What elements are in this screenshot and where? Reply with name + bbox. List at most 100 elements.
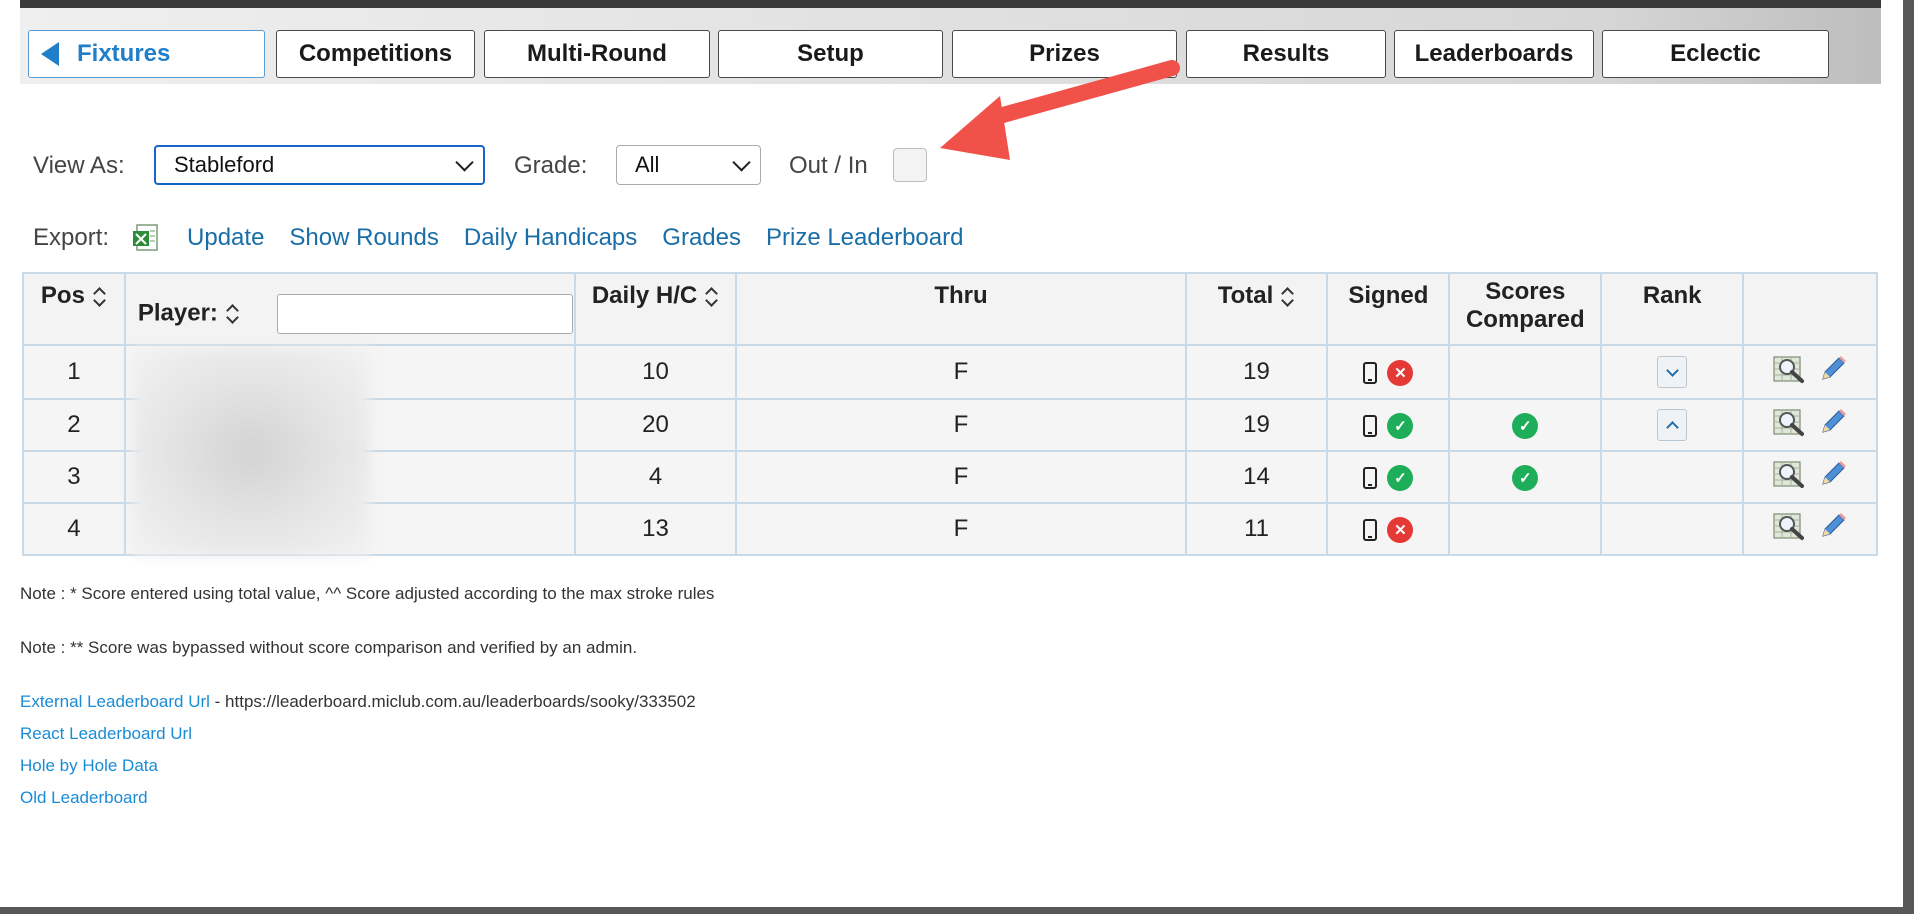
col-player: Player: (123, 272, 576, 346)
daily-hc-value: 20 (642, 411, 669, 438)
col-actions (1742, 272, 1878, 346)
rank-down-button[interactable] (1657, 356, 1688, 388)
chevron-down-icon (732, 153, 751, 172)
grades-link[interactable]: Grades (662, 224, 741, 252)
signed-cell: ✓ (1326, 450, 1451, 504)
filter-row: View As: (33, 144, 125, 188)
daily-hc-cell: 10 (573, 344, 738, 400)
note-score-entry: Note : * Score entered using total value… (20, 584, 715, 603)
phone-icon (1363, 414, 1378, 437)
rank-cell (1600, 344, 1745, 400)
thru-cell: F (735, 502, 1187, 556)
total-cell: 11 (1184, 502, 1329, 556)
edit-pencil-icon[interactable] (1819, 460, 1847, 495)
tab-eclectic[interactable]: Eclectic (1602, 30, 1829, 78)
check-circle-icon: ✓ (1387, 412, 1414, 439)
tab-fixtures[interactable]: Fixtures (28, 30, 265, 78)
thru-value: F (953, 358, 969, 385)
col-thru: Thru (735, 272, 1187, 346)
external-leaderboard-link[interactable]: External Leaderboard Url (20, 692, 210, 711)
daily-hc-cell: 13 (573, 502, 738, 556)
scores-compared-cell: ✓ (1448, 450, 1603, 504)
daily-hc-header: Daily H/C (591, 282, 698, 309)
tab-label: Fixtures (77, 40, 171, 67)
external-url-text: - https://leaderboard.miclub.com.au/lead… (209, 692, 696, 711)
export-label: Export: (33, 224, 110, 251)
rank-cell (1600, 398, 1745, 452)
grade-select[interactable]: All (616, 145, 761, 185)
external-url-line: External Leaderboard Url - https://leade… (20, 692, 696, 712)
sort-icon[interactable] (226, 303, 240, 325)
col-signed: Signed (1326, 272, 1451, 346)
total-cell: 19 (1184, 344, 1329, 400)
scores-compared-cell: ✓ (1448, 398, 1603, 452)
signed-cell: ✕ (1326, 344, 1451, 400)
pos-cell: 3 (22, 450, 126, 504)
phone-icon (1363, 361, 1378, 384)
view-scorecard-icon[interactable] (1773, 407, 1805, 444)
hole-by-hole-link[interactable]: Hole by Hole Data (20, 756, 158, 776)
rank-up-button[interactable] (1657, 409, 1688, 441)
total-value: 19 (1243, 411, 1270, 438)
tab-multi-round[interactable]: Multi-Round (484, 30, 710, 78)
sort-icon[interactable] (93, 286, 107, 308)
col-rank: Rank (1600, 272, 1745, 346)
daily-handicaps-link[interactable]: Daily Handicaps (464, 224, 637, 252)
rank-header: Rank (1642, 282, 1702, 309)
col-daily-hc[interactable]: Daily H/C (573, 272, 738, 346)
thru-cell: F (735, 450, 1187, 504)
thru-cell: F (735, 398, 1187, 452)
pos-value: 3 (67, 463, 81, 490)
pos-value: 4 (67, 515, 81, 542)
view-scorecard-icon[interactable] (1773, 354, 1805, 391)
tab-prizes[interactable]: Prizes (952, 30, 1177, 78)
daily-hc-value: 4 (648, 463, 663, 490)
check-circle-icon: ✓ (1512, 464, 1539, 491)
sort-icon[interactable] (705, 286, 719, 308)
tab-results[interactable]: Results (1186, 30, 1386, 78)
tab-leaderboards[interactable]: Leaderboards (1394, 30, 1594, 78)
check-circle-icon: ✓ (1387, 464, 1414, 491)
tab-competitions[interactable]: Competitions (276, 30, 475, 78)
col-scores-compared: Scores Compared (1448, 272, 1603, 346)
sort-icon[interactable] (1281, 286, 1295, 308)
grade-value: All (635, 152, 660, 177)
tab-setup[interactable]: Setup (718, 30, 943, 78)
actions-cell (1742, 398, 1878, 452)
col-total[interactable]: Total (1184, 272, 1329, 346)
col-pos[interactable]: Pos (22, 272, 126, 346)
bottom-bar (0, 907, 1914, 914)
signed-cell: ✓ (1326, 398, 1451, 452)
prize-leaderboard-link[interactable]: Prize Leaderboard (766, 224, 963, 252)
scores-compared-header-1: Scores (1485, 278, 1566, 305)
player-search-input[interactable] (276, 294, 573, 334)
total-value: 14 (1243, 463, 1270, 490)
outin-checkbox[interactable] (893, 148, 927, 182)
react-leaderboard-link[interactable]: React Leaderboard Url (20, 724, 192, 744)
outin-label: Out / In (789, 152, 868, 179)
signed-header: Signed (1348, 282, 1429, 309)
old-leaderboard-link[interactable]: Old Leaderboard (20, 788, 148, 808)
thru-header: Thru (934, 282, 988, 309)
excel-export-icon[interactable] (131, 223, 161, 253)
pos-cell: 1 (22, 344, 126, 400)
pos-value: 1 (67, 358, 81, 385)
edit-pencil-icon[interactable] (1819, 355, 1847, 390)
view-scorecard-icon[interactable] (1773, 459, 1805, 496)
view-as-select[interactable]: Stableford (154, 145, 485, 185)
pos-header: Pos (40, 282, 85, 309)
arrow-head (940, 96, 1010, 160)
actions-cell (1742, 450, 1878, 504)
edit-pencil-icon[interactable] (1819, 512, 1847, 547)
outin-label-wrap: Out / In (789, 144, 868, 188)
update-link[interactable]: Update (187, 224, 264, 252)
edit-pencil-icon[interactable] (1819, 408, 1847, 443)
show-rounds-link[interactable]: Show Rounds (289, 224, 438, 252)
scores-compared-cell (1448, 502, 1603, 556)
top-dark-strip (20, 0, 1881, 8)
view-scorecard-icon[interactable] (1773, 511, 1805, 548)
thru-cell: F (735, 344, 1187, 400)
phone-icon (1363, 518, 1378, 541)
signed-cell: ✕ (1326, 502, 1451, 556)
view-as-value: Stableford (174, 152, 275, 177)
